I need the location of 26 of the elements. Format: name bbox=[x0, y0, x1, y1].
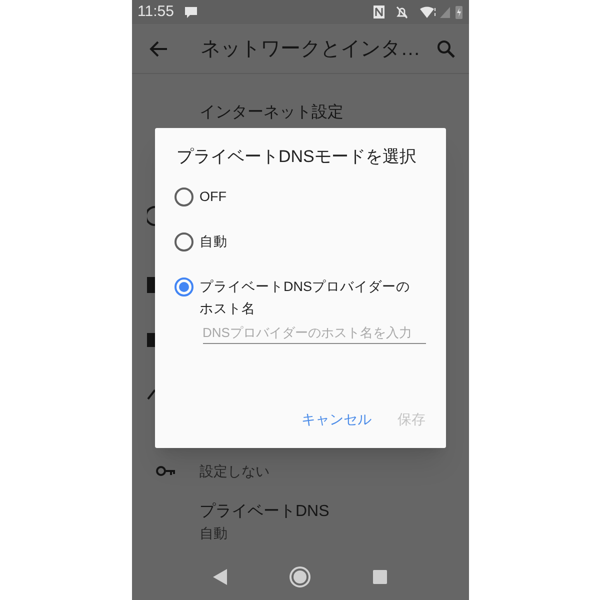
radio-option[interactable]: 自動 bbox=[174, 231, 424, 276]
key-icon bbox=[156, 465, 176, 477]
radio-icon bbox=[174, 232, 194, 252]
radio-option[interactable]: OFF bbox=[174, 186, 424, 231]
radio-selected-icon bbox=[174, 277, 194, 297]
dialog-title: プライベートDNSモードを選択 bbox=[176, 146, 418, 168]
wifi-icon bbox=[418, 5, 436, 19]
signal-icon bbox=[438, 5, 450, 19]
muted-bell-icon bbox=[394, 5, 408, 19]
status-time: 11:55 bbox=[138, 2, 174, 22]
search-icon[interactable] bbox=[436, 38, 456, 58]
message-icon bbox=[184, 6, 198, 18]
setting-title: インターネット設定 bbox=[200, 102, 344, 123]
back-arrow-icon[interactable] bbox=[148, 38, 168, 58]
battery-icon bbox=[454, 5, 462, 19]
radio-icon bbox=[174, 187, 194, 207]
setting-subtitle: 自動 bbox=[200, 524, 228, 543]
setting-title: プライベートDNS bbox=[200, 502, 330, 522]
nfc-icon bbox=[372, 5, 384, 19]
radio-option[interactable]: プライベートDNSプロバイダーのホスト名 bbox=[174, 276, 424, 321]
home-icon[interactable] bbox=[288, 566, 311, 588]
input-field[interactable]: DNSプロバイダーのホスト名を入力 bbox=[202, 322, 426, 344]
toolbar-title: ネットワークとインタ… bbox=[200, 36, 420, 62]
setting-subtitle: 設定しない bbox=[200, 462, 270, 481]
back-icon[interactable] bbox=[212, 569, 227, 585]
recents-icon[interactable] bbox=[373, 570, 388, 584]
